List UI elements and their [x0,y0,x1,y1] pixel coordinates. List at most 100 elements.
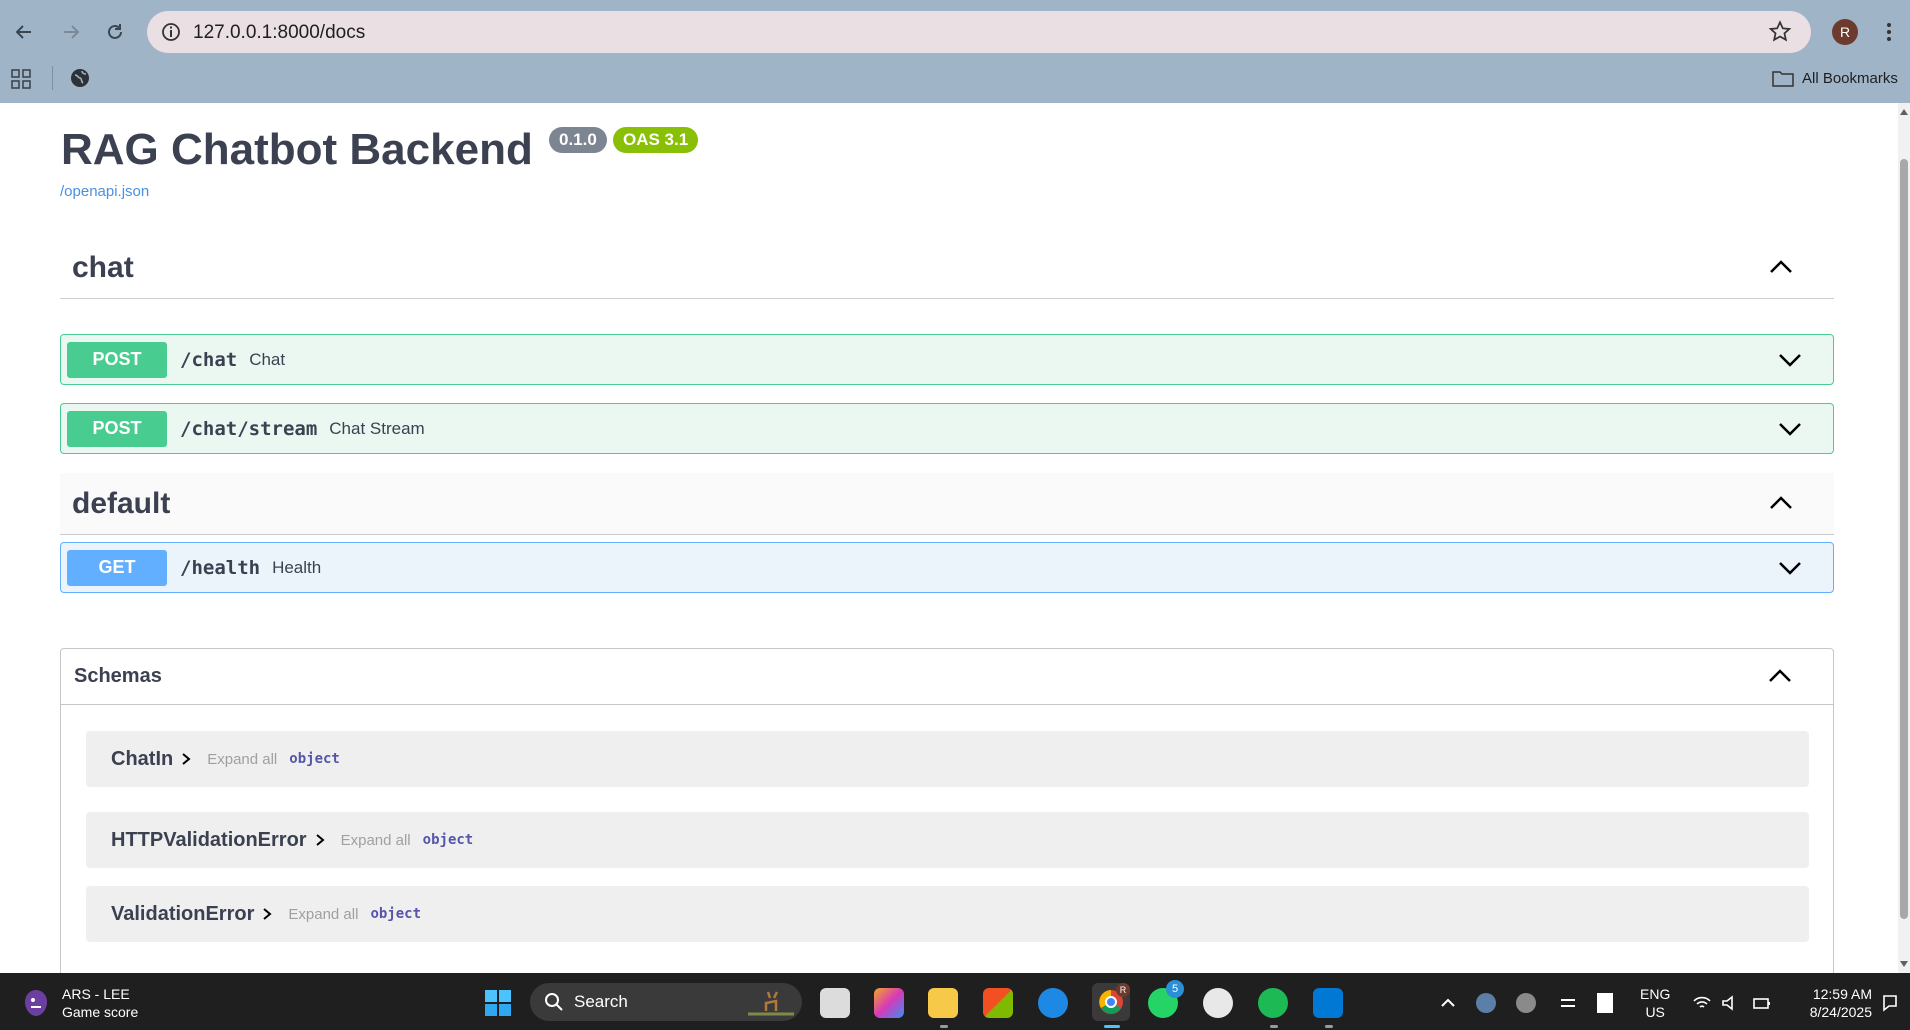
wifi-icon[interactable] [1692,993,1712,1013]
widget-subtitle: Game score [62,1004,139,1020]
file-explorer-icon[interactable] [928,988,958,1018]
expand-all-link[interactable]: Expand all [341,832,411,849]
model-name: ChatIn [111,747,174,770]
edge-browser-icon[interactable] [1038,988,1068,1018]
forward-button[interactable] [57,18,85,46]
clock-time: 12:59 AM [1812,986,1872,1002]
tray-cloud-icon[interactable] [1516,993,1536,1013]
api-title: RAG Chatbot Backend [61,125,533,174]
chevron-down-icon[interactable] [1777,350,1803,370]
operation-summary: Chat [249,349,286,369]
microsoft-store-icon[interactable] [983,988,1013,1018]
sliders-icon[interactable] [1558,993,1578,1013]
battery-icon[interactable] [1752,993,1772,1013]
bookmark-star-icon[interactable] [1767,19,1793,45]
taskbar-search[interactable]: Search [530,983,802,1021]
version-badge: 0.1.0 [549,127,607,153]
vscode-icon[interactable] [1313,988,1343,1018]
chevron-up-icon [1770,260,1792,273]
tag-default-header[interactable]: default [60,473,1834,535]
swagger-page: RAG Chatbot Backend 0.1.0 OAS 3.1 /opena… [0,103,1898,973]
url-text[interactable]: 127.0.0.1:8000/docs [193,22,365,44]
schemas-header[interactable]: Schemas [61,649,1833,705]
operation-path: /health [180,556,261,579]
model-name: ValidationError [111,902,255,925]
operation-path: /chat [180,348,238,371]
all-bookmarks-button[interactable]: All Bookmarks [1772,67,1898,89]
chrome-profile-badge: R [1116,983,1130,997]
all-bookmarks-label: All Bookmarks [1802,69,1898,87]
expand-all-link[interactable]: Expand all [288,906,358,923]
widget-title: ARS - LEE [62,986,130,1002]
chevron-right-icon [263,908,272,920]
reload-button[interactable] [101,18,129,46]
operation-summary: Chat Stream [329,418,425,438]
expand-all-link[interactable]: Expand all [207,751,277,768]
language-indicator[interactable]: ENG US [1640,985,1670,1021]
chevron-down-icon[interactable] [1777,558,1803,578]
scroll-thumb[interactable] [1900,159,1908,919]
globe-bookmark-icon[interactable] [68,66,92,90]
site-info-icon[interactable] [159,20,183,44]
method-badge: GET [67,549,167,586]
model-type: object [370,906,422,922]
folder-icon [1772,71,1794,87]
copilot-icon[interactable] [874,988,904,1018]
tray-meter-icon[interactable] [1597,993,1613,1013]
browser-menu-icon[interactable] [1880,18,1898,46]
clock-date: 8/24/2025 [1809,1004,1872,1020]
reload-icon [108,24,122,39]
operation-summary: Health [272,557,322,577]
method-badge: POST [67,410,167,447]
language-line2: US [1645,1004,1665,1020]
operation-post-chat[interactable]: POST /chat Chat [60,334,1834,385]
arrow-right-icon [64,25,80,39]
tray-app-icon[interactable] [1476,993,1496,1013]
search-icon [545,993,563,1011]
page-scrollbar[interactable] [1898,103,1910,973]
model-httpvalidationerror[interactable]: HTTPValidationError Expand all object [86,812,1809,868]
chevron-down-icon[interactable] [1777,419,1803,439]
spotify-icon[interactable] [1258,988,1288,1018]
model-name: HTTPValidationError [111,828,307,851]
windows-start-button[interactable] [484,989,512,1017]
scroll-up-arrow[interactable] [1900,109,1908,115]
chevron-up-icon[interactable] [1438,993,1458,1013]
model-validationerror[interactable]: ValidationError Expand all object [86,886,1809,942]
chevron-up-icon [1769,669,1791,682]
tag-chat-header[interactable]: chat [60,237,1834,299]
scroll-down-arrow[interactable] [1900,961,1908,967]
operation-get-health[interactable]: GET /health Health [60,542,1834,593]
address-bar[interactable]: 127.0.0.1:8000/docs [147,11,1811,53]
model-chatin[interactable]: ChatIn Expand all object [86,731,1809,787]
game-score-widget[interactable]: ARS - LEE Game score [22,985,138,1021]
back-button[interactable] [10,18,38,46]
tag-name: default [72,486,171,520]
arrow-left-icon [15,25,31,39]
windows-logo-icon [485,990,511,1016]
bookmark-divider [52,66,53,90]
language-line1: ENG [1640,986,1671,1002]
notification-icon[interactable] [1880,993,1900,1013]
schemas-title: Schemas [74,665,162,687]
task-view-icon[interactable] [820,988,850,1018]
operation-path: /chat/stream [180,417,318,440]
steam-icon[interactable] [1203,988,1233,1018]
openapi-json-link[interactable]: /openapi.json [60,183,149,200]
volume-icon[interactable] [1720,993,1740,1013]
chevron-right-icon [315,834,325,846]
running-indicator [940,1025,948,1028]
method-badge: POST [67,341,167,378]
whatsapp-icon[interactable]: 5 [1148,980,1184,1018]
operation-post-chat-stream[interactable]: POST /chat/stream Chat Stream [60,403,1834,454]
chrome-taskbar-button[interactable]: R [1092,983,1130,1021]
system-clock[interactable]: 12:59 AM 8/24/2025 [1790,985,1872,1021]
apps-grid-icon[interactable] [10,68,32,90]
profile-avatar[interactable]: R [1832,19,1858,45]
active-indicator [1104,1025,1120,1028]
chevron-right-icon [182,753,191,765]
tag-name: chat [72,250,134,284]
deer-search-highlight-icon [748,991,794,1016]
windows-taskbar: ARS - LEE Game score Search R 5 ENG US 1… [0,973,1910,1030]
oas-badge: OAS 3.1 [613,127,699,153]
